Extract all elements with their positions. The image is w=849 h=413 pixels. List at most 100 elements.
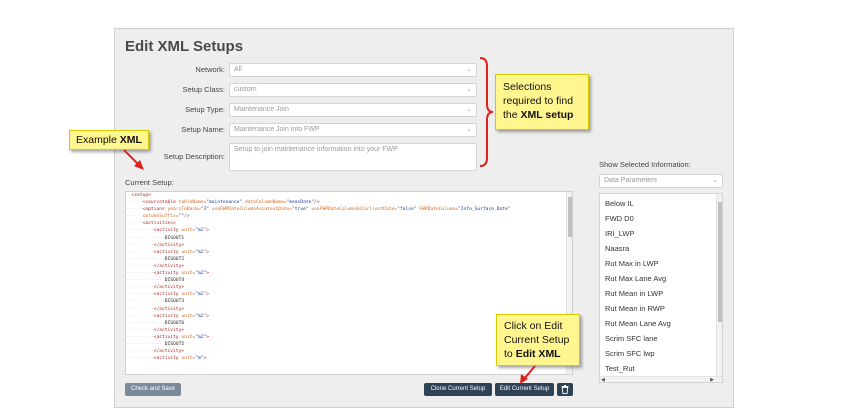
list-item[interactable]: Rut Mean in LWP bbox=[605, 289, 663, 298]
xml-code-line: ··············DISOUT2 bbox=[126, 256, 572, 263]
setup-name-label: Setup Name: bbox=[181, 125, 225, 134]
xml-code-line: ··········<activity unit="m2"> bbox=[126, 227, 572, 234]
chevron-down-icon: ⌄ bbox=[712, 177, 718, 184]
xml-token: <activities> bbox=[142, 221, 176, 227]
setup-class-label: Setup Class: bbox=[182, 85, 225, 94]
indent-guide: ······ bbox=[126, 200, 143, 206]
setup-name-select[interactable]: Maintenance Join into FWP ⌄ bbox=[229, 123, 477, 137]
info-list[interactable]: Below IL FWD D0 IRI_LWP Naasra Rut Max i… bbox=[599, 193, 723, 383]
clone-current-setup-button[interactable]: Clone Current Setup bbox=[424, 383, 492, 396]
indent-guide: ·········· bbox=[126, 306, 154, 312]
setup-class-select[interactable]: custom ⌄ bbox=[229, 83, 477, 97]
indent-guide: ·············· bbox=[126, 341, 165, 347]
xml-token: "Info_Surface_Date" bbox=[458, 207, 511, 213]
xml-token: unit= bbox=[181, 228, 196, 234]
callout-text: Example bbox=[76, 134, 120, 146]
indent-guide: ·········· bbox=[126, 271, 154, 277]
xml-token: unit= bbox=[181, 334, 196, 340]
indent-guide: ·············· bbox=[126, 320, 165, 326]
setup-type-select[interactable]: Maintenance Join ⌄ bbox=[229, 103, 477, 117]
edit-current-setup-button[interactable]: Edit Current Setup bbox=[495, 383, 554, 396]
callout-edit-line1: Click on Edit bbox=[504, 320, 563, 332]
xml-token: DISOUT6 bbox=[164, 320, 185, 326]
delete-button[interactable] bbox=[557, 383, 573, 396]
xml-token: </activity> bbox=[153, 327, 185, 333]
xml-token: "m2" bbox=[195, 228, 207, 234]
xml-token: "m2" bbox=[195, 271, 207, 277]
list-item[interactable]: FWD D0 bbox=[605, 214, 634, 223]
xml-token: > bbox=[206, 313, 210, 319]
check-and-save-button[interactable]: Check and Save bbox=[125, 383, 181, 396]
xml-code-line: ······<options yearsToBack="3" useFWPDat… bbox=[126, 206, 572, 213]
xml-token: <activity bbox=[153, 271, 182, 277]
xml-token: </activity> bbox=[153, 285, 185, 291]
xml-token: > bbox=[206, 271, 210, 277]
xml-token: </activity> bbox=[153, 349, 185, 355]
xml-token: <setup> bbox=[131, 193, 151, 198]
indent-guide: ·············· bbox=[126, 299, 165, 305]
network-row: Network: All ⌄ bbox=[115, 63, 735, 77]
page-title: Edit XML Setups bbox=[125, 38, 244, 55]
chevron-down-icon: ⌄ bbox=[466, 66, 472, 73]
list-item[interactable]: Scrim SFC lane bbox=[605, 334, 658, 343]
xml-token: > bbox=[206, 249, 210, 255]
callout-text: the bbox=[503, 109, 521, 121]
show-selected-label: Show Selected Information: bbox=[599, 160, 691, 169]
setup-description-row: Setup Description: Setup to join mainten… bbox=[115, 143, 735, 171]
list-horizontal-scrollbar[interactable]: ◀ ▶ bbox=[600, 376, 722, 382]
xml-token: <activity bbox=[153, 313, 182, 319]
list-item[interactable]: Test_Rut bbox=[605, 364, 635, 373]
indent-guide: ·········· bbox=[126, 228, 154, 234]
indent-guide: ······ bbox=[126, 214, 143, 220]
chevron-down-icon: ⌄ bbox=[466, 106, 472, 113]
xml-code-line: ··<setup> bbox=[126, 192, 572, 199]
setup-class-row: Setup Class: custom ⌄ bbox=[115, 83, 735, 97]
info-type-value: Data Parameters bbox=[604, 177, 657, 184]
list-item[interactable]: IRI_LWP bbox=[605, 229, 634, 238]
scroll-right-icon[interactable]: ▶ bbox=[710, 377, 714, 382]
xml-token: unit= bbox=[181, 249, 196, 255]
setup-type-label: Setup Type: bbox=[185, 105, 225, 114]
callout-example: Example XML bbox=[69, 130, 149, 150]
list-item[interactable]: Rut Max in LWP bbox=[605, 259, 659, 268]
xml-token: columnSuffix= bbox=[142, 214, 179, 220]
list-item[interactable]: Below IL bbox=[605, 199, 634, 208]
setup-description-field[interactable]: Setup to join maintenance information in… bbox=[229, 143, 477, 171]
chevron-down-icon: ⌄ bbox=[466, 86, 472, 93]
list-item[interactable]: Rut Mean Lane Avg bbox=[605, 319, 671, 328]
indent-guide: ·········· bbox=[126, 356, 154, 362]
xml-token: "3" bbox=[200, 207, 212, 213]
indent-guide: ······ bbox=[126, 221, 143, 227]
list-item[interactable]: Rut Mean in RWP bbox=[605, 304, 665, 313]
indent-guide: ·············· bbox=[126, 235, 165, 241]
xml-token: tableName= bbox=[178, 200, 207, 206]
xml-token: <activity bbox=[153, 228, 182, 234]
xml-token: "true" bbox=[292, 207, 312, 213]
indent-guide: ·············· bbox=[126, 256, 165, 262]
info-type-select[interactable]: Data Parameters ⌄ bbox=[599, 174, 723, 188]
xml-token: <activity bbox=[153, 292, 182, 298]
xml-token: DISOUT4 bbox=[164, 278, 185, 284]
setup-description-label: Setup Description: bbox=[163, 152, 225, 161]
xml-token: DISOUT3 bbox=[164, 299, 185, 305]
editor-scrollbar-thumb[interactable] bbox=[568, 197, 572, 237]
list-item[interactable]: Naasra bbox=[605, 244, 629, 253]
indent-guide: ·········· bbox=[126, 249, 154, 255]
xml-token: FWPDateColumn= bbox=[419, 207, 459, 213]
scroll-left-icon[interactable]: ◀ bbox=[601, 377, 605, 382]
list-scrollbar-thumb[interactable] bbox=[718, 202, 722, 322]
indent-guide: ·········· bbox=[126, 242, 154, 248]
xml-token: </activity> bbox=[153, 242, 185, 248]
callout-edit-line3: to Edit XML bbox=[504, 347, 572, 361]
list-item[interactable]: Scrim SFC lwp bbox=[605, 349, 655, 358]
callout-selections: Selections required to find the XML setu… bbox=[495, 74, 589, 130]
list-vertical-scrollbar[interactable] bbox=[716, 194, 722, 378]
network-select[interactable]: All ⌄ bbox=[229, 63, 477, 77]
list-item[interactable]: Rut Max Lane Avg bbox=[605, 274, 666, 283]
xml-token: yearsToBack= bbox=[167, 207, 201, 213]
indent-guide: ·········· bbox=[126, 349, 154, 355]
xml-token: unit= bbox=[181, 356, 196, 362]
xml-token: > bbox=[206, 292, 210, 298]
xml-code-line: ······columnSuffix=""/> bbox=[126, 213, 572, 220]
indent-guide: ······ bbox=[126, 207, 143, 213]
